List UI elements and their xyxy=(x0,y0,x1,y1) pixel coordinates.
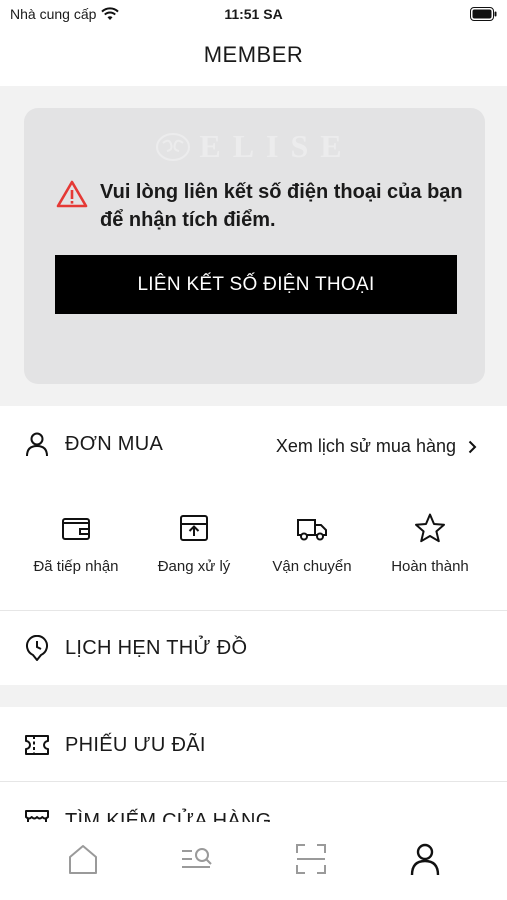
status-processing[interactable]: Đang xử lý xyxy=(134,512,254,575)
orders-title: ĐƠN MUA xyxy=(65,433,164,455)
appointment-label: LỊCH HẸN THỬ ĐỒ xyxy=(65,637,248,659)
phone-link-card: ELISE Vui lòng liên kết số điện thoại củ… xyxy=(24,108,485,384)
home-icon xyxy=(69,845,97,874)
page-title: MEMBER xyxy=(203,42,304,67)
ticket-icon xyxy=(25,735,49,755)
truck-icon xyxy=(297,519,327,541)
tab-search[interactable] xyxy=(180,842,214,876)
purchase-history-link[interactable]: Xem lịch sử mua hàng xyxy=(276,436,477,457)
brand-mark-icon xyxy=(156,132,191,161)
member-banner-area: ELISE Vui lòng liên kết số điện thoại củ… xyxy=(0,86,507,406)
clock-pin-icon xyxy=(26,635,48,661)
warning-text: Vui lòng liên kết số điện thoại của bạn … xyxy=(100,181,463,231)
user-icon xyxy=(26,432,48,457)
star-icon xyxy=(415,513,445,543)
bottom-tab-bar xyxy=(0,822,507,900)
status-processing-label: Đang xử lý xyxy=(157,558,231,575)
status-bar: Nhà cung cấp 11:51 SA xyxy=(0,0,507,30)
tab-home[interactable] xyxy=(66,842,100,876)
brand-logo: ELISE xyxy=(24,128,485,165)
purchase-history-label: Xem lịch sử mua hàng xyxy=(275,436,456,456)
profile-icon xyxy=(410,843,440,876)
order-status-strip: Đã tiếp nhận Đang xử lý Vận chuyển Hoàn … xyxy=(0,482,507,611)
store-finder-label: TÌM KIẾM CỬA HÀNG xyxy=(65,810,272,822)
chevron-right-icon xyxy=(468,440,477,453)
tab-scan[interactable] xyxy=(294,842,328,876)
coupons-label: PHIẾU ƯU ĐÃI xyxy=(65,734,206,756)
status-received-label: Đã tiếp nhận xyxy=(33,558,119,575)
status-received[interactable]: Đã tiếp nhận xyxy=(16,512,136,575)
clock: 11:51 SA xyxy=(224,6,283,22)
tab-profile[interactable] xyxy=(408,842,442,876)
warning-icon xyxy=(56,180,88,208)
wallet-icon xyxy=(62,518,90,540)
brand-logo-text: ELISE xyxy=(199,128,354,164)
scan-icon xyxy=(296,844,326,874)
box-upload-icon xyxy=(180,515,208,541)
link-phone-button[interactable]: LIÊN KẾT SỐ ĐIỆN THOẠI xyxy=(55,255,457,314)
menu-item-store-finder[interactable]: TÌM KIẾM CỬA HÀNG xyxy=(0,782,507,822)
menu-item-appointment[interactable]: LỊCH HẸN THỬ ĐỒ xyxy=(0,611,507,685)
menu-item-coupons[interactable]: PHIẾU ƯU ĐÃI xyxy=(0,707,507,782)
section-divider xyxy=(0,685,507,707)
status-shipping[interactable]: Vận chuyển xyxy=(252,512,372,575)
store-icon xyxy=(25,810,49,822)
search-list-icon xyxy=(182,848,212,868)
status-completed-label: Hoàn thành xyxy=(391,558,469,575)
status-completed[interactable]: Hoàn thành xyxy=(370,512,490,575)
nav-header: MEMBER xyxy=(0,30,507,86)
warning-message: Vui lòng liên kết số điện thoại của bạn … xyxy=(56,178,466,234)
battery-icon xyxy=(470,7,497,21)
status-shipping-label: Vận chuyển xyxy=(272,558,352,575)
orders-section-header: ĐƠN MUA Xem lịch sử mua hàng xyxy=(0,406,507,483)
